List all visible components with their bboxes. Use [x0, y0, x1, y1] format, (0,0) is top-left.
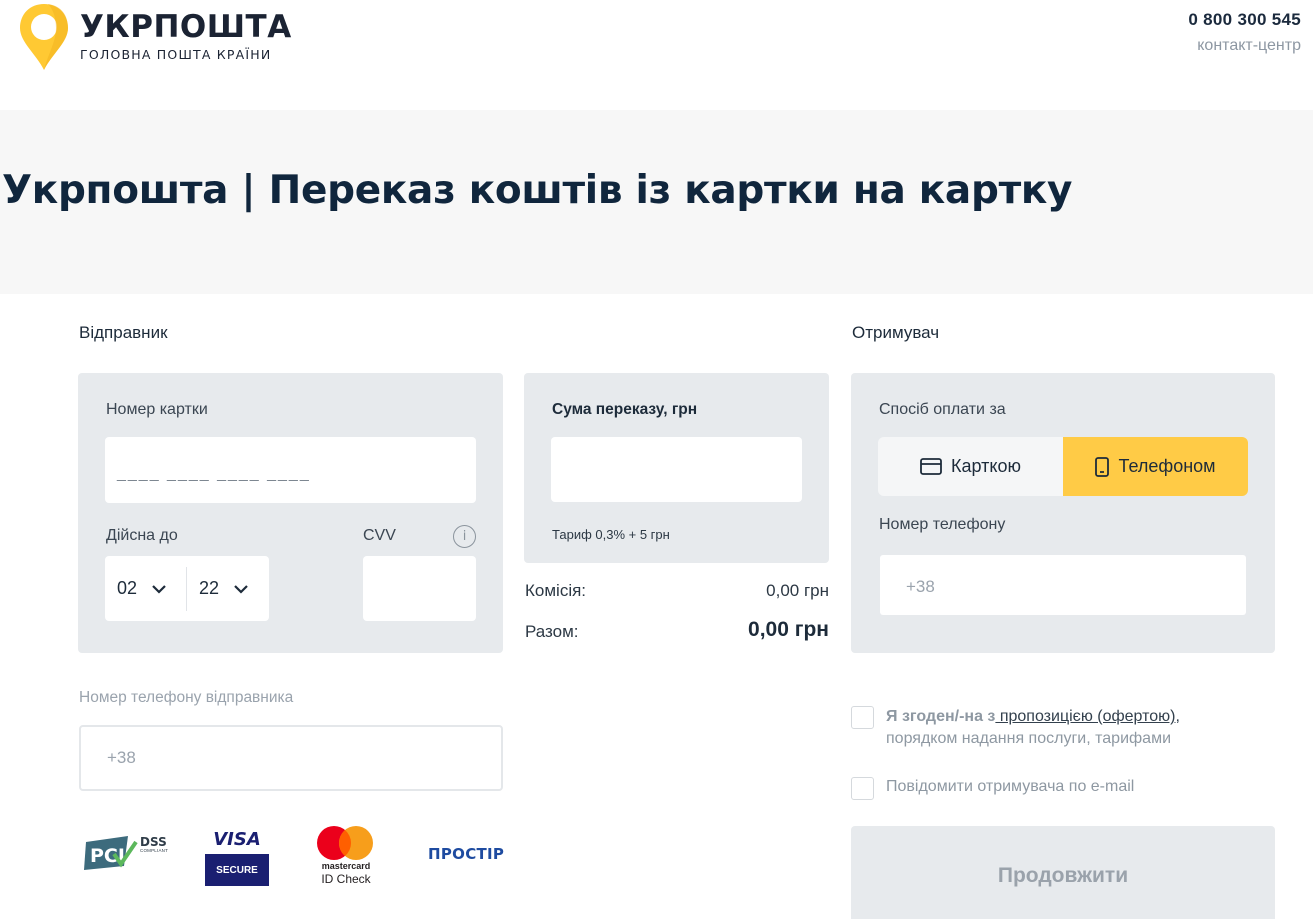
brand-name: УКРПОШТА — [80, 9, 292, 45]
contact-label: контакт-центр — [1197, 37, 1301, 54]
pci-dss-logo: PCI DSS COMPLIANT — [84, 826, 174, 872]
payment-method-toggle: Карткою Телефоном — [878, 437, 1248, 496]
expiry-month-select[interactable]: 02 — [105, 556, 186, 621]
receiver-panel: Спосіб оплати за Карткою Телефоном Номер… — [851, 373, 1275, 653]
amount-panel: Сума переказу, грн Тариф 0,3% + 5 грн — [524, 373, 829, 563]
location-pin-icon — [20, 4, 68, 70]
brand-tagline: ГОЛОВНА ПОШТА КРАЇНИ — [80, 47, 272, 62]
page-title: Укрпошта | Переказ коштів із картки на к… — [2, 168, 1073, 213]
commission-label: Комісія: — [525, 581, 587, 600]
commission-value: 0,00 грн — [766, 581, 829, 600]
expiry-year-select[interactable]: 22 — [187, 556, 249, 621]
transfer-form: Відправник Номер картки ____ ____ ____ _… — [2, 294, 1313, 919]
option-phone-label: Телефоном — [1118, 456, 1216, 476]
phone-icon — [1095, 456, 1110, 477]
credit-card-icon — [920, 458, 942, 475]
sender-section-title: Відправник — [79, 323, 168, 342]
sender-phone-input[interactable]: +38 — [79, 725, 503, 791]
receiver-phone-label: Номер телефону — [879, 516, 1006, 533]
ukrposhta-logo[interactable]: УКРПОШТА ГОЛОВНА ПОШТА КРАЇНИ — [18, 2, 291, 72]
option-card-label: Карткою — [951, 456, 1021, 476]
sender-phone-label: Номер телефону відправника — [79, 689, 294, 706]
mastercard-icon — [317, 826, 373, 860]
title-banner: Укрпошта | Переказ коштів із картки на к… — [0, 110, 1313, 294]
agreement-label: Я згоден/-на з пропозицією (офертою), по… — [886, 706, 1180, 750]
agreement-suffix: , — [1175, 708, 1180, 725]
total-label: Разом: — [525, 622, 579, 641]
chevron-down-icon — [234, 584, 248, 594]
sender-card-panel: Номер картки ____ ____ ____ ____ Дійсна … — [78, 373, 503, 653]
dss-text: DSS — [140, 835, 167, 849]
expiry-month-value: 02 — [117, 578, 138, 598]
site-header: УКРПОШТА ГОЛОВНА ПОШТА КРАЇНИ 0 800 300 … — [0, 0, 1313, 110]
card-number-placeholder: ____ ____ ____ ____ — [117, 465, 311, 482]
cvv-input[interactable] — [363, 556, 476, 621]
option-phone-button[interactable]: Телефоном — [1063, 437, 1248, 496]
receiver-phone-placeholder: +38 — [906, 577, 935, 596]
dss-compliant-text: COMPLIANT — [140, 848, 169, 853]
notify-email-label: Повідомити отримувача по e-mail — [886, 778, 1135, 795]
expiry-label: Дійсна до — [106, 527, 178, 544]
expiry-year-value: 22 — [199, 578, 220, 598]
visa-secure-text: SECURE — [205, 854, 269, 886]
chevron-down-icon — [152, 584, 166, 594]
sender-phone-placeholder: +38 — [107, 748, 136, 767]
option-card-button[interactable]: Карткою — [878, 437, 1063, 496]
card-number-input[interactable]: ____ ____ ____ ____ — [105, 437, 476, 503]
agreement-prefix: Я згоден/-на з — [886, 708, 996, 725]
agreement-checkbox[interactable] — [851, 706, 874, 729]
receiver-phone-input[interactable]: +38 — [880, 555, 1246, 615]
mastercard-text: mastercard — [321, 861, 371, 871]
prostir-logo: ПРОСТІР — [428, 845, 505, 863]
info-icon[interactable]: i — [453, 525, 476, 548]
cvv-label: CVV — [363, 527, 396, 544]
offer-link[interactable]: пропозицією (офертою) — [995, 708, 1176, 725]
tariff-text: Тариф 0,3% + 5 грн — [552, 527, 670, 542]
visa-text: VISA — [213, 829, 261, 850]
amount-input[interactable] — [551, 437, 802, 502]
card-number-label: Номер картки — [106, 401, 208, 418]
amount-label: Сума переказу, грн — [552, 401, 698, 418]
continue-button[interactable]: Продовжити — [851, 826, 1275, 919]
contact-phone[interactable]: 0 800 300 545 — [1188, 10, 1301, 30]
expiry-select: 02 22 — [105, 556, 269, 621]
payment-method-label: Спосіб оплати за — [879, 401, 1006, 418]
contact-block: 0 800 300 545 контакт-центр — [1188, 10, 1301, 55]
agreement-line2: порядком надання послуги, тарифами — [886, 730, 1171, 747]
total-value: 0,00 грн — [748, 618, 829, 641]
mastercard-idcheck-logo: mastercard ID Check — [314, 825, 378, 887]
id-check-text: ID Check — [321, 872, 371, 886]
receiver-section-title: Отримувач — [852, 323, 940, 342]
visa-secure-logo: VISA SECURE — [205, 825, 269, 887]
notify-email-checkbox[interactable] — [851, 777, 874, 800]
